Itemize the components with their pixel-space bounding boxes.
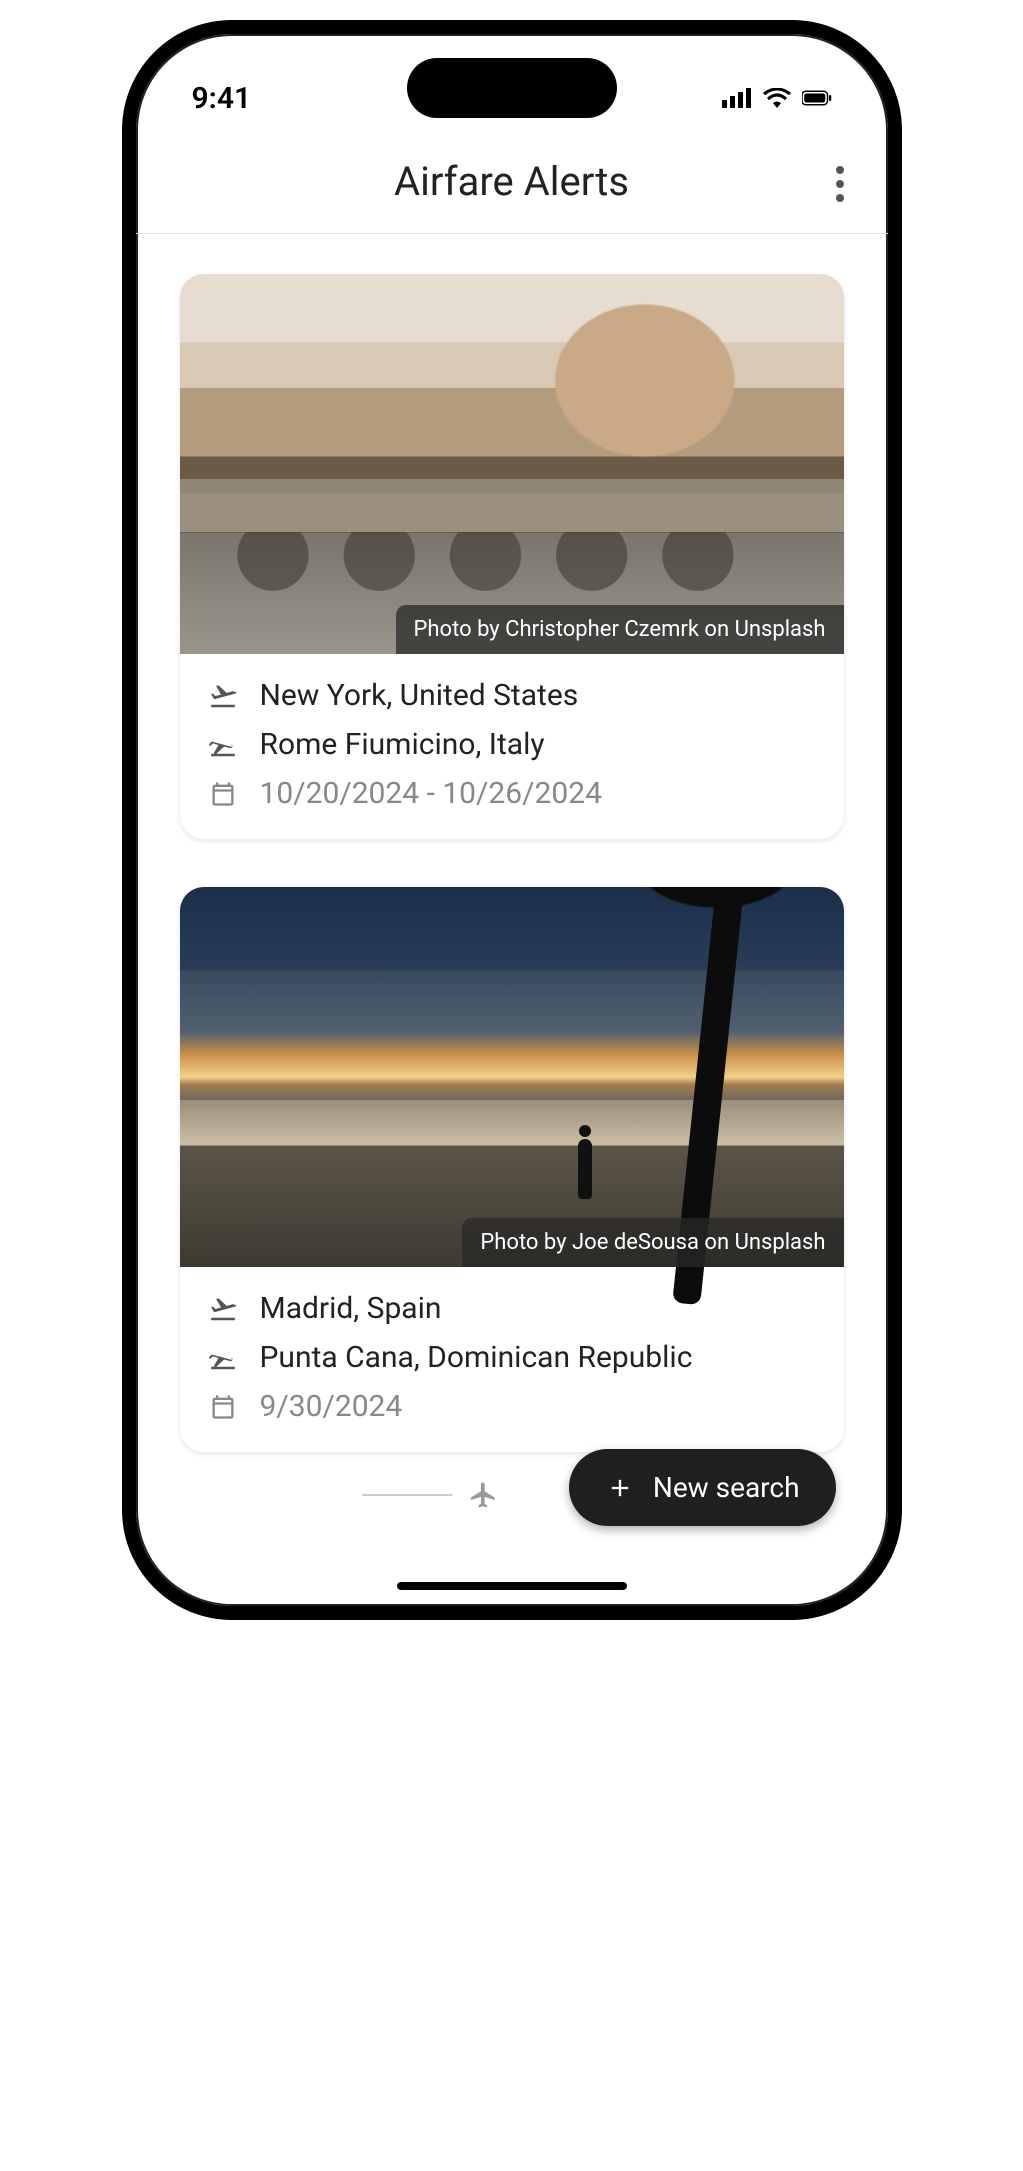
- airplane-icon: [468, 1480, 498, 1510]
- destination-row: Rome Fiumicino, Italy: [208, 727, 816, 762]
- dates-row: 10/20/2024 - 10/26/2024: [208, 776, 816, 811]
- wifi-icon: [762, 83, 792, 113]
- home-indicator[interactable]: [397, 1582, 627, 1590]
- status-icons: [722, 83, 832, 113]
- dates-label: 10/20/2024 - 10/26/2024: [260, 776, 602, 811]
- page-title: Airfare Alerts: [136, 158, 888, 205]
- destination-row: Punta Cana, Dominican Republic: [208, 1340, 816, 1375]
- divider-line: [362, 1494, 452, 1496]
- origin-label: Madrid, Spain: [260, 1291, 442, 1326]
- device-notch: [407, 58, 617, 118]
- cellular-icon: [722, 83, 752, 113]
- more-options-button[interactable]: [836, 166, 844, 202]
- card-body: New York, United States Rome Fiumicino, …: [180, 654, 844, 839]
- image-credit: Photo by Joe deSousa on Unsplash: [462, 1218, 843, 1267]
- phone-frame: 9:41 Airfare Alerts Photo by Christopher…: [122, 20, 902, 1620]
- destination-label: Rome Fiumicino, Italy: [260, 727, 545, 762]
- origin-label: New York, United States: [260, 678, 579, 713]
- image-credit: Photo by Christopher Czemrk on Unsplash: [396, 605, 844, 654]
- divider-decoration: [362, 1480, 498, 1510]
- destination-image: Photo by Joe deSousa on Unsplash: [180, 887, 844, 1267]
- dates-row: 9/30/2024: [208, 1389, 816, 1424]
- card-body: Madrid, Spain Punta Cana, Dominican Repu…: [180, 1267, 844, 1452]
- dates-label: 9/30/2024: [260, 1389, 403, 1424]
- status-time: 9:41: [192, 81, 252, 116]
- plus-icon: [605, 1473, 635, 1503]
- flight-takeoff-icon: [208, 1294, 238, 1324]
- alert-card[interactable]: Photo by Joe deSousa on Unsplash Madrid,…: [180, 887, 844, 1452]
- origin-row: New York, United States: [208, 678, 816, 713]
- app-header: Airfare Alerts: [136, 134, 888, 234]
- destination-label: Punta Cana, Dominican Republic: [260, 1340, 693, 1375]
- new-search-label: New search: [653, 1471, 800, 1504]
- flight-land-icon: [208, 1343, 238, 1373]
- calendar-icon: [208, 1392, 238, 1422]
- flight-land-icon: [208, 730, 238, 760]
- alert-card[interactable]: Photo by Christopher Czemrk on Unsplash …: [180, 274, 844, 839]
- new-search-button[interactable]: New search: [569, 1449, 836, 1526]
- battery-icon: [802, 83, 832, 113]
- origin-row: Madrid, Spain: [208, 1291, 816, 1326]
- alerts-list: Photo by Christopher Czemrk on Unsplash …: [136, 234, 888, 1620]
- flight-takeoff-icon: [208, 681, 238, 711]
- calendar-icon: [208, 779, 238, 809]
- destination-image: Photo by Christopher Czemrk on Unsplash: [180, 274, 844, 654]
